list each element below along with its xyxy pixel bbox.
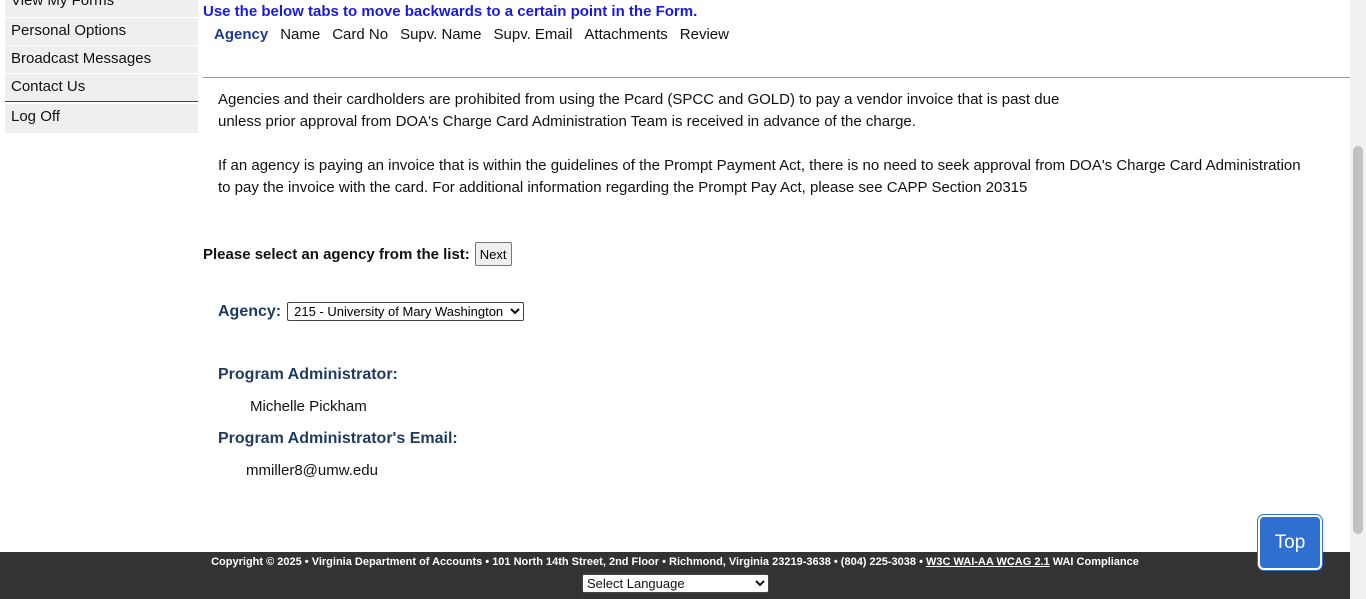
tab-review[interactable]: Review [680,26,729,43]
tab-supv-email[interactable]: Supv. Email [494,26,573,43]
scrollbar-thumb[interactable] [1353,146,1363,534]
sidebar-item-broadcast-messages[interactable]: Broadcast Messages [5,46,198,74]
tab-attachments[interactable]: Attachments [584,26,667,43]
tab-agency[interactable]: Agency [214,26,268,43]
page: View My Forms Personal Options Broadcast… [0,0,1366,599]
program-administrator-label: Program Administrator: [218,366,398,383]
notice-line: If an agency is paying an invoice that i… [218,157,1301,174]
pcard-notice: Agencies and their cardholders are prohi… [218,89,1328,199]
wai-compliance-text: WAI Compliance [1052,556,1139,568]
tab-supv-name[interactable]: Supv. Name [400,26,481,43]
sidebar-item-log-off[interactable]: Log Off [5,104,198,134]
agency-select[interactable]: 215 - University of Mary Washington [287,302,525,321]
sidebar-item-view-my-forms[interactable]: View My Forms [5,0,198,18]
tab-card-no[interactable]: Card No [332,26,388,43]
footer: Copyright © 2025 • Virginia Department o… [0,552,1350,599]
form-tabs: Agency Name Card No Supv. Name Supv. Ema… [214,26,741,43]
vertical-scrollbar[interactable] [1350,0,1366,599]
notice-line: unless prior approval from DOA's Charge … [218,113,916,130]
sidebar: View My Forms Personal Options Broadcast… [5,0,198,134]
select-agency-prompt: Please select an agency from the list: [203,245,470,263]
agency-label: Agency: [218,302,282,320]
copyright-line: Copyright © 2025 • Virginia Department o… [211,556,923,568]
sidebar-item-personal-options[interactable]: Personal Options [5,18,198,46]
agency-row: Agency: 215 - University of Mary Washing… [218,302,525,321]
back-to-top-button[interactable]: Top [1258,515,1322,570]
program-administrator-value: Michelle Pickham [250,398,367,415]
agency-select-prompt-row: Please select an agency from the list: N… [203,242,512,266]
tabs-instruction: Use the below tabs to move backwards to … [203,3,698,20]
program-administrator-email-label: Program Administrator's Email: [218,430,458,447]
next-button[interactable]: Next [474,242,512,266]
sidebar-item-contact-us[interactable]: Contact Us [5,74,198,102]
wcag-link[interactable]: W3C WAI-AA WCAG 2.1 [926,556,1050,568]
notice-line: to pay the invoice with the card. For ad… [218,179,1028,196]
divider [203,77,1350,78]
tab-name[interactable]: Name [280,26,320,43]
notice-line: Agencies and their cardholders are prohi… [218,91,1060,108]
copyright-text: Copyright © 2025 • Virginia Department o… [0,556,1350,568]
language-select[interactable]: Select Language [582,574,769,593]
program-administrator-email-value: mmiller8@umw.edu [246,462,378,479]
